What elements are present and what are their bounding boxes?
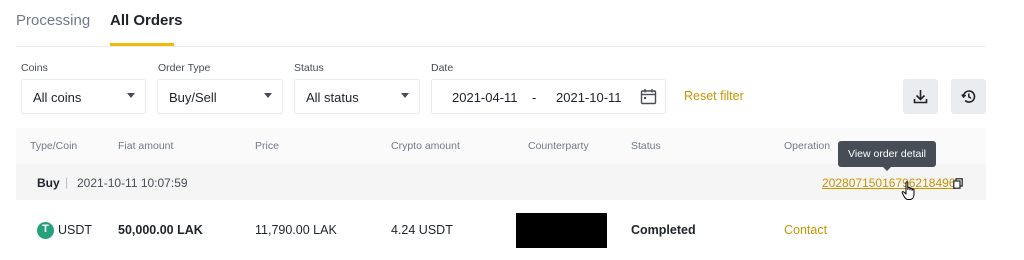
view-order-detail-tooltip: View order detail [838, 141, 936, 167]
download-icon [913, 90, 928, 104]
date-label: Date [431, 62, 454, 74]
active-tab-indicator [110, 43, 174, 46]
column-crypto-amount: Crypto amount [391, 140, 460, 152]
tab-processing[interactable]: Processing [16, 12, 90, 29]
reset-filter-button[interactable]: Reset filter [684, 89, 744, 103]
order-type-select-value: Buy/Sell [169, 90, 217, 105]
date-to[interactable]: 2021-10-11 [556, 90, 622, 105]
order-number-link[interactable]: 20280715016796218496 [822, 176, 955, 190]
tooltip-arrow [882, 166, 892, 171]
coins-select-value: All coins [33, 90, 82, 105]
chevron-down-icon [401, 93, 409, 98]
status-value: Completed [631, 223, 696, 237]
order-time: 2021-10-11 10:07:59 [77, 176, 188, 190]
chevron-down-icon [264, 93, 272, 98]
hand-cursor-icon [901, 181, 917, 206]
status-label: Status [294, 62, 324, 74]
tether-icon: T [37, 222, 54, 239]
date-range-picker[interactable]: 2021-04-11 - 2021-10-11 [431, 79, 666, 114]
order-tabs: Processing All Orders [16, 0, 986, 47]
history-button[interactable] [951, 79, 986, 114]
order-side: Buy [37, 176, 60, 190]
download-button[interactable] [903, 79, 938, 114]
coin-name: USDT [58, 223, 93, 237]
calendar-icon[interactable] [640, 88, 657, 108]
column-price: Price [255, 140, 279, 152]
date-separator: - [532, 90, 537, 105]
column-type-coin: Type/Coin [30, 140, 78, 152]
column-fiat-amount: Fiat amount [118, 140, 174, 152]
order-type-select[interactable]: Buy/Sell [157, 79, 283, 114]
coins-label: Coins [21, 62, 48, 74]
history-icon [961, 90, 976, 103]
column-status: Status [631, 140, 661, 152]
status-select-value: All status [306, 90, 359, 105]
crypto-amount: 4.24 USDT [391, 223, 453, 237]
tab-all-orders[interactable]: All Orders [110, 12, 183, 29]
price: 11,790.00 LAK [255, 223, 337, 237]
counterparty-redacted [516, 213, 607, 248]
contact-link[interactable]: Contact [784, 223, 827, 237]
fiat-amount: 50,000.00 LAK [118, 223, 203, 237]
order-type-label: Order Type [158, 62, 211, 74]
coins-select[interactable]: All coins [21, 79, 146, 114]
group-separator: | [65, 175, 69, 189]
date-from[interactable]: 2021-04-11 [452, 90, 518, 105]
column-counterparty: Counterparty [528, 140, 589, 152]
chevron-down-icon [127, 93, 135, 98]
status-select[interactable]: All status [294, 79, 420, 114]
column-operation: Operation [784, 140, 831, 152]
copy-icon[interactable] [953, 176, 963, 194]
